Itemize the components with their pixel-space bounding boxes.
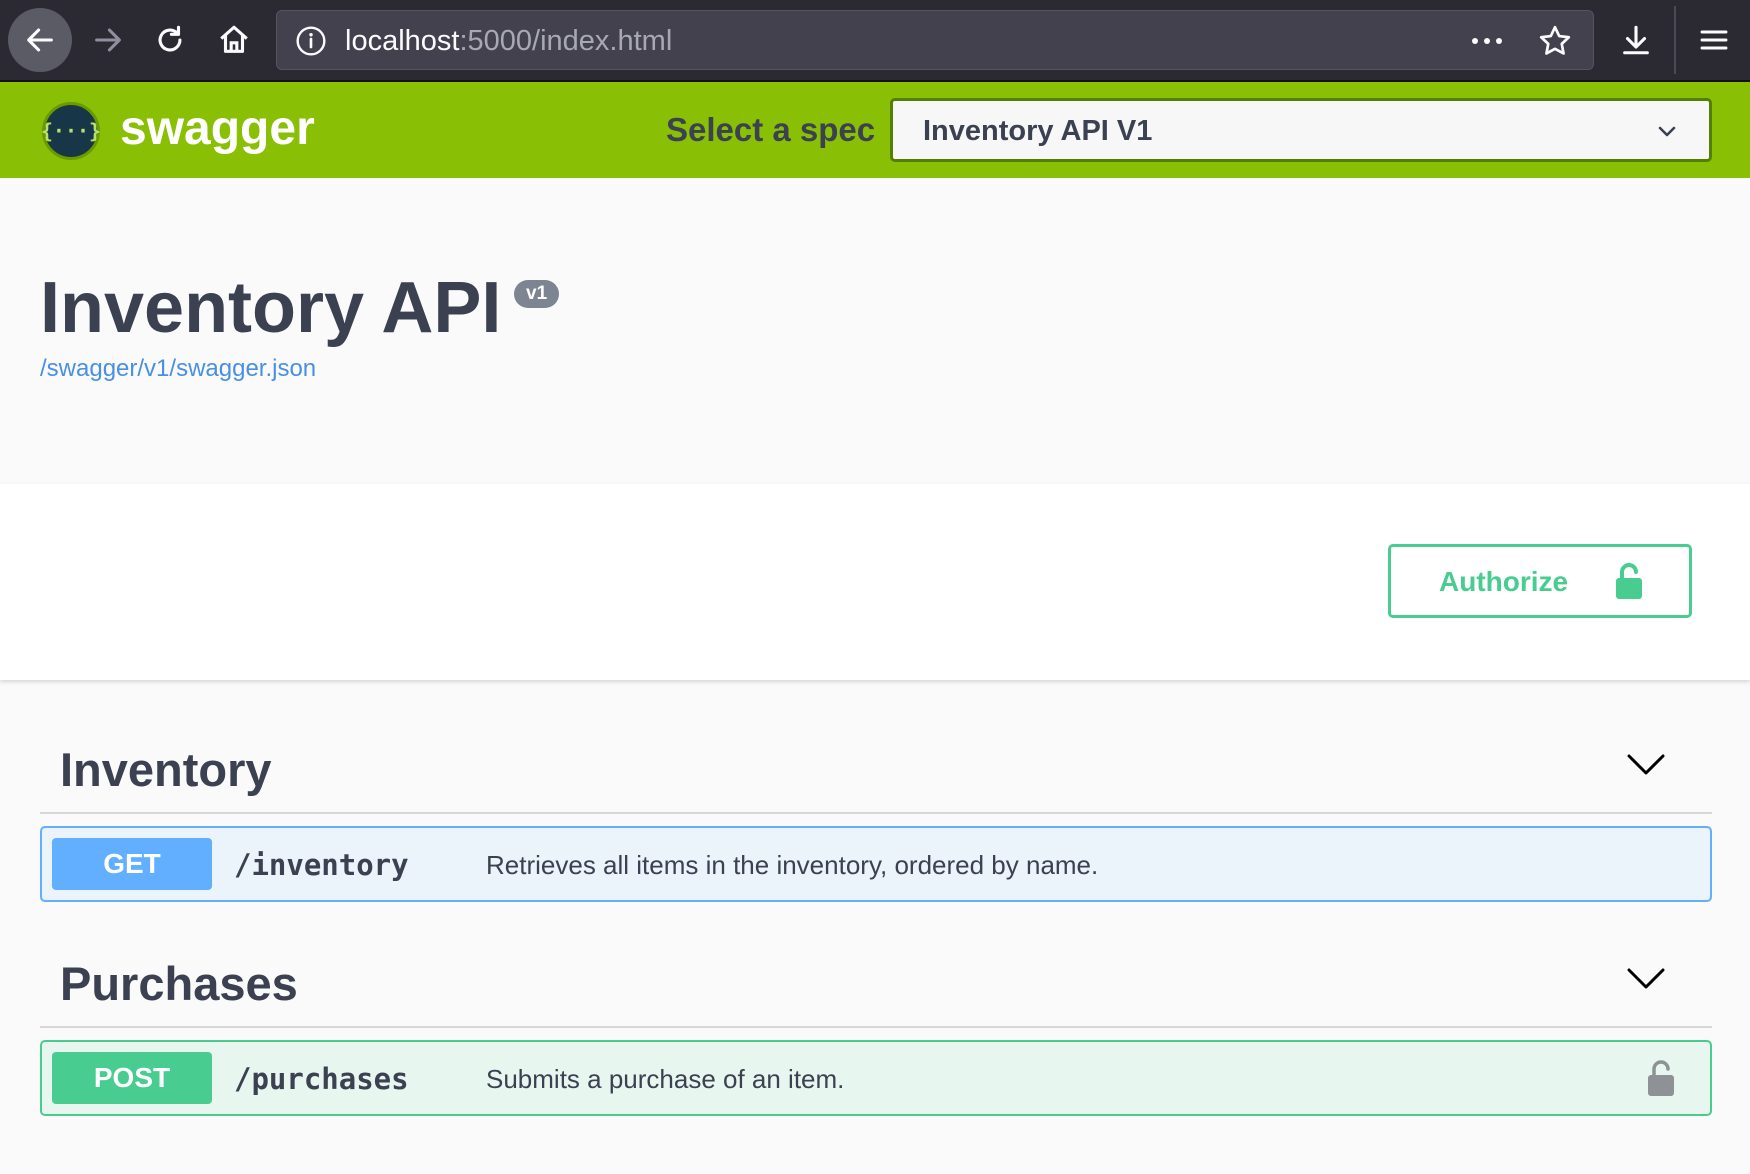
api-info: Inventory API v1 /swagger/v1/swagger.jso… xyxy=(0,178,1750,484)
chevron-down-icon[interactable] xyxy=(1626,752,1666,778)
hamburger-menu-icon xyxy=(1700,30,1728,50)
unlocked-lock-icon xyxy=(1616,563,1642,599)
operation-post-purchases[interactable]: POST /purchases Submits a purchase of an… xyxy=(40,1040,1712,1116)
swagger-logo-icon[interactable]: {···} xyxy=(40,102,102,160)
tag-title: Purchases xyxy=(60,957,298,1010)
chevron-down-icon[interactable] xyxy=(1626,966,1666,992)
home-button[interactable] xyxy=(202,8,266,72)
swagger-topbar: {···} swagger Select a spec Inventory AP… xyxy=(0,82,1750,178)
forward-button[interactable] xyxy=(76,8,140,72)
scheme-container: Authorize xyxy=(0,484,1750,680)
operation-get-inventory[interactable]: GET /inventory Retrieves all items in th… xyxy=(40,826,1712,902)
star-icon[interactable] xyxy=(1537,23,1573,59)
spec-select-label: Select a spec xyxy=(666,111,876,148)
lock-icon[interactable] xyxy=(1646,1058,1676,1098)
authorize-label: Authorize xyxy=(1439,566,1569,597)
back-button[interactable] xyxy=(8,8,72,72)
tag-title: Inventory xyxy=(60,743,272,796)
method-badge-get: GET xyxy=(52,838,212,890)
browser-toolbar: localhost:5000/index.html xyxy=(0,0,1750,82)
toolbar-separator xyxy=(1674,6,1676,74)
api-title: Inventory API xyxy=(40,268,502,348)
url-bar[interactable]: localhost:5000/index.html xyxy=(276,10,1594,70)
spec-select[interactable]: Inventory API V1 xyxy=(890,98,1712,162)
tag-header-purchases[interactable]: Purchases xyxy=(40,926,1712,1028)
download-icon xyxy=(1623,25,1649,55)
download-button[interactable] xyxy=(1612,16,1660,64)
method-badge-post: POST xyxy=(52,1052,212,1104)
arrow-left-icon xyxy=(27,28,53,52)
info-icon[interactable] xyxy=(295,25,327,57)
more-dots-icon[interactable] xyxy=(1467,25,1507,57)
operation-summary: Submits a purchase of an item. xyxy=(486,1064,845,1094)
operation-path: /purchases xyxy=(234,1062,409,1096)
authorize-button[interactable]: Authorize xyxy=(1388,544,1692,618)
chevron-down-icon xyxy=(1658,126,1676,137)
arrow-right-icon xyxy=(95,28,121,52)
menu-button[interactable] xyxy=(1690,16,1738,64)
operation-path: /inventory xyxy=(234,848,409,882)
url-text[interactable]: localhost:5000/index.html xyxy=(345,25,672,57)
reload-button[interactable] xyxy=(138,8,202,72)
operation-summary: Retrieves all items in the inventory, or… xyxy=(486,850,1099,880)
logo-glyph: {···} xyxy=(40,119,102,143)
swagger-logo-text[interactable]: swagger xyxy=(120,102,315,156)
url-host: localhost xyxy=(345,25,460,57)
home-icon xyxy=(220,25,248,53)
spec-select-value: Inventory API V1 xyxy=(923,115,1153,147)
spec-json-link[interactable]: /swagger/v1/swagger.json xyxy=(40,354,316,384)
tag-header-inventory[interactable]: Inventory xyxy=(40,712,1712,814)
version-badge: v1 xyxy=(514,280,560,308)
url-path: :5000/index.html xyxy=(459,25,673,57)
reload-icon xyxy=(158,25,182,52)
